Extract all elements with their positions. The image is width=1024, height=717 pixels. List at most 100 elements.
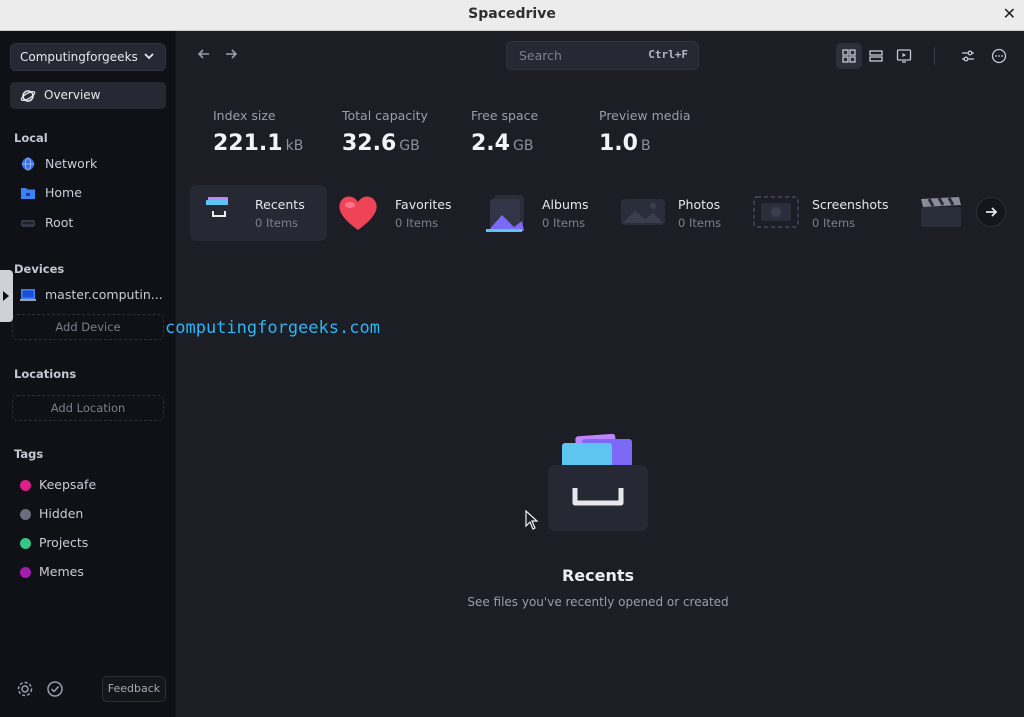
category-count: 0 Items	[812, 216, 856, 230]
tag-label: Projects	[39, 535, 89, 550]
category-screenshots[interactable]: Screenshots 0 Items	[748, 185, 898, 241]
mouse-cursor-icon	[525, 510, 539, 530]
empty-state-subtitle: See files you've recently opened or crea…	[467, 595, 729, 609]
stat-index-size: Index size 221.1 kB	[213, 108, 303, 156]
stat-value: 32.6 GB	[342, 131, 428, 156]
sidebar-item-label: Network	[45, 156, 98, 171]
category-label: Recents	[255, 197, 305, 212]
stat-preview-media: Preview media 1.0 B	[599, 108, 691, 156]
rows-icon	[869, 50, 883, 62]
search-input[interactable]: Search Ctrl+F	[506, 41, 699, 70]
tag-label: Hidden	[39, 506, 84, 521]
tag-color-dot	[20, 509, 31, 520]
tag-color-dot	[20, 538, 31, 549]
category-count: 0 Items	[395, 216, 439, 230]
sidebar-item-label: Root	[45, 215, 74, 230]
watermark-text: computingforgeeks.com	[165, 318, 380, 338]
media-view-button[interactable]	[891, 43, 917, 69]
more-circle-icon	[991, 48, 1007, 64]
tag-color-dot	[20, 567, 31, 578]
category-albums[interactable]: Albums 0 Items	[476, 185, 616, 241]
category-label: Photos	[678, 197, 721, 212]
sidebar-item-label: Overview	[44, 88, 101, 102]
tag-label: Keepsafe	[39, 477, 97, 492]
library-name: Computingforgeeks	[20, 50, 138, 64]
search-shortcut: Ctrl+F	[648, 48, 688, 61]
stat-number: 1.0	[599, 131, 638, 156]
section-label-tags: Tags	[14, 447, 44, 461]
stat-number: 221.1	[213, 131, 283, 156]
more-options-button[interactable]	[986, 43, 1012, 69]
sidebar-collapse-handle[interactable]	[0, 270, 13, 322]
stat-value: 221.1 kB	[213, 131, 303, 156]
sidebar: Computingforgeeks Overview Local Network…	[0, 31, 176, 717]
add-location-button[interactable]: Add Location	[12, 395, 164, 421]
stat-value: 2.4 GB	[471, 131, 538, 156]
grid-icon	[842, 49, 856, 63]
monitor-play-icon	[896, 49, 912, 63]
sidebar-item-device[interactable]: master.computin...	[20, 285, 163, 307]
sidebar-item-overview[interactable]: Overview	[10, 82, 166, 109]
laptop-icon	[20, 289, 36, 301]
tag-label: Memes	[39, 564, 84, 579]
planet-icon	[20, 90, 36, 102]
tag-memes[interactable]: Memes	[20, 563, 84, 581]
section-label-devices: Devices	[14, 262, 65, 276]
clapperboard-icon	[921, 197, 961, 227]
stat-label: Total capacity	[342, 108, 428, 123]
arrow-left-icon[interactable]	[195, 45, 213, 63]
recents-empty-illustration	[548, 433, 648, 531]
sidebar-item-label: Home	[45, 185, 82, 200]
albums-icon	[486, 195, 524, 232]
stat-unit: B	[640, 138, 651, 154]
window-titlebar: Spacedrive ✕	[0, 0, 1024, 31]
add-device-button[interactable]: Add Device	[12, 314, 164, 340]
category-movies[interactable]	[915, 185, 975, 241]
tag-hidden[interactable]: Hidden	[20, 505, 83, 523]
stat-total-capacity: Total capacity 32.6 GB	[342, 108, 428, 156]
categories-next-button[interactable]	[976, 197, 1006, 227]
feedback-button[interactable]: Feedback	[102, 676, 166, 702]
stat-number: 32.6	[342, 131, 397, 156]
toolbar: Search Ctrl+F	[177, 31, 1024, 81]
stat-value: 1.0 B	[599, 131, 691, 156]
stat-unit: GB	[512, 138, 534, 154]
stat-free-space: Free space 2.4 GB	[471, 108, 538, 156]
arrow-right-icon[interactable]	[222, 45, 240, 63]
list-view-button[interactable]	[863, 43, 889, 69]
close-icon[interactable]: ✕	[1003, 4, 1016, 23]
sidebar-item-home[interactable]: Home	[20, 183, 82, 205]
chevron-down-icon	[144, 53, 154, 60]
category-recents[interactable]: Recents 0 Items	[190, 185, 327, 241]
home-folder-icon	[21, 188, 35, 199]
library-selector[interactable]: Computingforgeeks	[10, 43, 166, 71]
category-label: Albums	[542, 197, 589, 212]
drive-icon	[21, 220, 35, 227]
sidebar-item-label: master.computin...	[45, 287, 163, 302]
tag-keepsafe[interactable]: Keepsafe	[20, 476, 96, 494]
sliders-icon	[962, 50, 974, 62]
category-count: 0 Items	[542, 216, 586, 230]
sidebar-item-network[interactable]: Network	[20, 154, 97, 176]
options-button[interactable]	[955, 43, 981, 69]
category-favorites[interactable]: Favorites 0 Items	[330, 185, 470, 241]
grid-view-button[interactable]	[836, 43, 862, 69]
screenshot-icon	[753, 196, 799, 228]
stat-label: Free space	[471, 108, 539, 123]
gear-icon[interactable]	[16, 680, 34, 698]
category-photos[interactable]: Photos 0 Items	[615, 185, 745, 241]
window-title: Spacedrive	[468, 6, 556, 22]
stat-number: 2.4	[471, 131, 510, 156]
toolbar-divider	[934, 47, 935, 65]
network-icon	[21, 157, 35, 171]
check-circle-icon[interactable]	[46, 680, 64, 698]
arrow-right-icon	[986, 207, 998, 217]
stat-unit: kB	[285, 138, 304, 154]
photos-icon	[621, 199, 665, 225]
tag-projects[interactable]: Projects	[20, 534, 88, 552]
stat-label: Index size	[213, 108, 276, 123]
tag-color-dot	[20, 480, 31, 491]
category-label: Favorites	[395, 197, 452, 212]
sidebar-item-root[interactable]: Root	[20, 213, 73, 235]
heart-icon	[339, 196, 377, 230]
